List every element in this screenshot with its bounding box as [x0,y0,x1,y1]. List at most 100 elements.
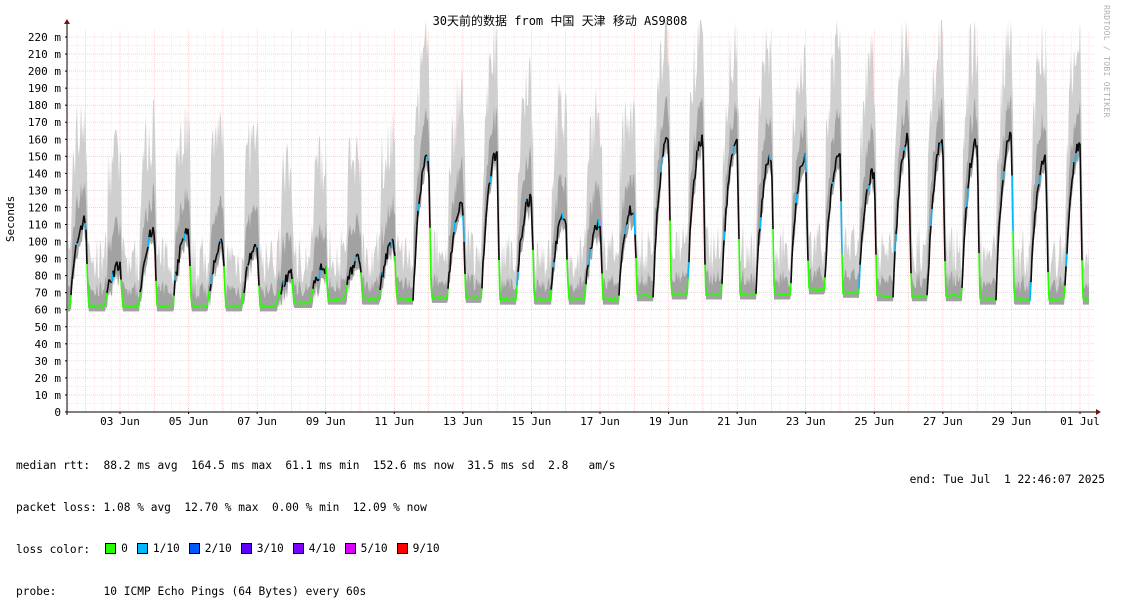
median-segment [793,228,794,241]
y-tick-label: 120 m [28,201,61,214]
median-segment [459,202,460,211]
median-segment [622,246,623,255]
median-segment [488,184,489,194]
median-segment [508,300,509,301]
median-segment [734,144,735,146]
median-segment [487,194,488,206]
median-segment [127,305,128,307]
median-segment [181,242,182,244]
median-segment [429,178,430,228]
median-segment [769,155,770,161]
median-segment [992,298,993,299]
median-segment [395,256,396,285]
loss-color-swatch [105,543,116,554]
x-tick-label: 09 Jun [306,415,346,428]
median-segment [316,277,317,280]
median-segment [550,290,551,301]
median-segment [449,270,450,273]
median-segment [68,307,69,308]
median-segment [555,241,556,256]
median-segment [635,234,636,258]
median-segment [620,265,621,277]
median-segment [253,247,254,252]
median-segment [865,197,866,208]
x-tick-label: 21 Jun [717,415,757,428]
median-segment [1071,181,1072,192]
median-segment [909,167,910,227]
median-segment [438,297,439,299]
median-segment [661,157,662,173]
loss-color-item: 0 [105,542,128,556]
median-segment [247,265,248,266]
median-segment [940,143,941,146]
median-segment [893,273,894,298]
median-segment [1088,300,1089,301]
median-segment [972,152,973,160]
median-segment [695,168,696,178]
median-segment [936,154,937,163]
median-segment [428,161,429,178]
median-segment [257,247,258,264]
median-segment [1031,258,1032,283]
median-segment [1043,159,1044,164]
median-segment [586,271,587,284]
median-segment [832,182,833,184]
median-segment [537,299,538,300]
median-segment [240,307,241,308]
median-segment [664,142,665,144]
y-tick-label: 170 m [28,116,61,129]
loss-color-swatch [137,543,148,554]
median-segment [391,239,392,248]
median-segment [899,179,900,193]
median-segment [727,185,728,205]
median-segment [855,292,856,293]
median-segment [78,236,79,240]
median-segment [431,283,432,298]
median-segment [761,200,762,217]
median-segment [173,296,174,305]
median-segment [901,160,902,166]
median-segment [1013,231,1014,289]
median-segment [948,295,949,296]
loss-color-swatch [241,543,252,554]
median-segment [484,236,485,253]
median-segment [712,294,713,295]
end-timestamp: end: Tue Jul 1 22:46:07 2025 [910,473,1105,486]
median-segment [397,297,398,298]
median-segment [531,197,532,224]
median-segment [122,295,123,307]
median-segment [864,208,865,216]
median-segment [896,225,897,234]
median-segment [566,225,567,260]
median-segment [973,143,974,153]
median-segment [1026,299,1027,300]
median-segment [802,164,803,166]
median-segment [786,294,787,295]
median-segment [932,195,933,209]
median-segment [371,299,372,301]
median-segment [517,272,518,285]
median-segment [977,145,978,186]
median-segment [910,227,911,274]
median-segment [728,180,729,185]
median-segment [383,266,384,277]
median-segment [510,298,511,299]
median-segment [565,220,566,225]
median-segment [907,133,908,141]
median-segment [860,252,861,264]
median-segment [1035,209,1036,213]
median-segment [876,255,877,296]
median-segment [1039,175,1040,184]
median-segment [281,289,282,295]
y-axis-arrow [64,19,70,24]
median-segment [587,265,588,270]
median-segment [466,297,467,299]
median-segment [364,298,365,299]
median-segment [760,217,761,228]
median-segment [304,302,305,304]
median-segment [188,229,189,245]
median-segment [361,272,362,290]
median-segment [746,293,747,296]
median-segment [131,307,132,308]
median-segment [518,263,519,272]
